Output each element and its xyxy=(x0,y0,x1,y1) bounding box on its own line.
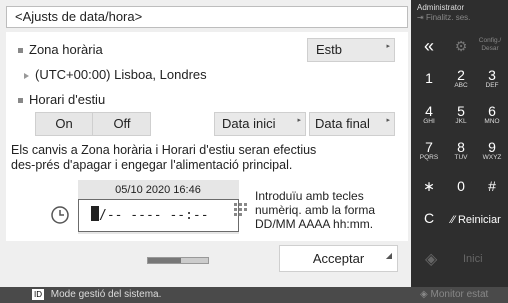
keypad-panel: Administrator ⇥ Finalitz. ses. « ⚙ Confi… xyxy=(411,0,508,287)
progress-bar xyxy=(147,257,209,264)
clock-icon xyxy=(50,205,70,230)
corner-arrow-icon: ▸ xyxy=(297,117,301,124)
keypad-key[interactable]: 1 xyxy=(413,62,445,94)
start-diamond-icon: ◈ xyxy=(425,251,438,268)
keypad-key[interactable]: 3 DEF xyxy=(476,62,508,94)
monitor-status-button[interactable]: ◈ Monitor estat xyxy=(420,287,488,303)
keypad-key[interactable]: 9 WXYZ xyxy=(476,134,508,166)
keypad-key[interactable]: 4 GHI xyxy=(413,98,445,130)
text-cursor xyxy=(91,206,99,221)
back-button[interactable]: « xyxy=(413,33,445,65)
dst-label: Horari d'estiu xyxy=(18,92,105,107)
corner-arrow-icon: ▸ xyxy=(386,117,390,124)
reset-button[interactable]: ⁄⁄ Reiniciar xyxy=(445,205,507,237)
timezone-value: (UTC+00:00) Lisboa, Londres xyxy=(24,67,207,82)
dst-off-button[interactable]: Off xyxy=(92,113,151,135)
start-button[interactable]: ◈ Inici xyxy=(413,240,506,280)
admin-info: Administrator ⇥ Finalitz. ses. xyxy=(417,3,471,23)
clear-key[interactable]: C xyxy=(413,205,445,237)
status-bar: ID Mode gestió del sistema. ◈ Monitor es… xyxy=(0,287,508,303)
keypad-key[interactable]: ∗ xyxy=(413,170,445,202)
current-datetime: 05/10 2020 16:46 xyxy=(115,184,201,196)
status-text: Mode gestió del sistema. xyxy=(50,289,162,300)
bullet-icon xyxy=(18,98,23,104)
triangle-icon xyxy=(24,72,29,79)
keypad-hint-icon xyxy=(233,202,249,225)
keypad-key[interactable]: 6 MNO xyxy=(476,98,508,130)
config-save-button[interactable]: Config./ Desar xyxy=(473,33,507,65)
monitor-icon: ◈ xyxy=(420,289,428,300)
info-note: Els canvis a Zona horària i Horari d'est… xyxy=(11,143,317,172)
keypad-key[interactable]: 8 TUV xyxy=(445,134,477,166)
main-area: <Ajusts de data/hora> Zona horària Estb ▸… xyxy=(0,0,411,303)
corner-arrow-icon: ▸ xyxy=(386,43,390,50)
bullet-icon xyxy=(18,48,23,54)
keypad-key[interactable]: 2 ABC xyxy=(445,62,477,94)
keypad-key[interactable]: 7 PQRS xyxy=(413,134,445,166)
keypad-key[interactable]: # xyxy=(476,170,508,202)
corner-arrow-icon: ◢ xyxy=(385,251,392,260)
timezone-label: Zona horària xyxy=(18,42,103,57)
accept-button[interactable]: Acceptar ◢ xyxy=(279,245,398,272)
logout-link[interactable]: ⇥ Finalitz. ses. xyxy=(417,13,470,23)
progress-fill xyxy=(148,258,181,263)
dst-start-button[interactable]: Data inici ▸ xyxy=(214,112,306,136)
input-hint: Introduïu amb tecles numèriq. amb la for… xyxy=(255,189,376,231)
page-title: <Ajusts de data/hora> xyxy=(6,6,408,28)
dst-toggle: On Off xyxy=(35,112,151,136)
id-badge: ID xyxy=(32,289,44,300)
dst-on-button[interactable]: On xyxy=(36,113,92,135)
datetime-input[interactable]: /-- ---- --:-- xyxy=(78,199,239,232)
keypad-key[interactable]: 5 JKL xyxy=(445,98,477,130)
timezone-set-button[interactable]: Estb ▸ xyxy=(307,38,395,62)
dst-end-button[interactable]: Data final ▸ xyxy=(309,112,395,136)
keypad-key[interactable]: 0 xyxy=(445,170,477,202)
